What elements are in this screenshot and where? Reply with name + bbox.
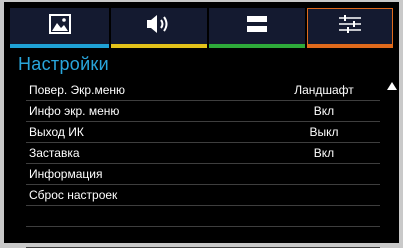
osd-screen: Настройки Повер. Экр.меню Ландшафт Инфо … [4, 2, 399, 248]
menu-item-label: Информация [29, 167, 103, 181]
menu-item-reset[interactable]: Сброс настроек [26, 185, 380, 206]
tab-input[interactable] [209, 8, 305, 48]
menu-item-value: Ландшафт [294, 83, 354, 97]
menu-item-empty [26, 206, 380, 227]
tab-setup[interactable] [307, 8, 393, 48]
speaker-icon [145, 14, 173, 39]
menu-item-value: Вкл [313, 146, 335, 160]
menu-item-label: Инфо экр. меню [29, 104, 120, 118]
menu-item-label: Заставка [29, 146, 80, 160]
menu-item-splash-screen[interactable]: Заставка Вкл [26, 143, 380, 164]
menu-item-osd-rotation[interactable]: Повер. Экр.меню Ландшафт [26, 80, 380, 101]
menu-item-ir-output[interactable]: Выход ИК Выкл [26, 122, 380, 143]
menu-item-label: Повер. Экр.меню [29, 83, 125, 97]
menu-item-information[interactable]: Информация [26, 164, 380, 185]
tab-audio[interactable] [111, 8, 207, 48]
menu-item-label: Выход ИК [29, 125, 84, 139]
scroll-up-icon[interactable] [387, 82, 397, 90]
menu-item-empty [26, 227, 380, 248]
menu-item-label: Сброс настроек [29, 188, 118, 202]
tab-picture[interactable] [10, 8, 109, 48]
input-icon [246, 14, 268, 39]
picture-icon [48, 13, 71, 39]
sliders-icon [337, 14, 363, 39]
menu-item-osd-info[interactable]: Инфо экр. меню Вкл [26, 101, 380, 122]
menu-item-value: Выкл [309, 125, 339, 139]
menu-tabs [4, 2, 399, 52]
settings-list: Повер. Экр.меню Ландшафт Инфо экр. меню … [26, 80, 380, 248]
menu-item-value: Вкл [313, 104, 335, 118]
page-title: Настройки [18, 54, 109, 74]
